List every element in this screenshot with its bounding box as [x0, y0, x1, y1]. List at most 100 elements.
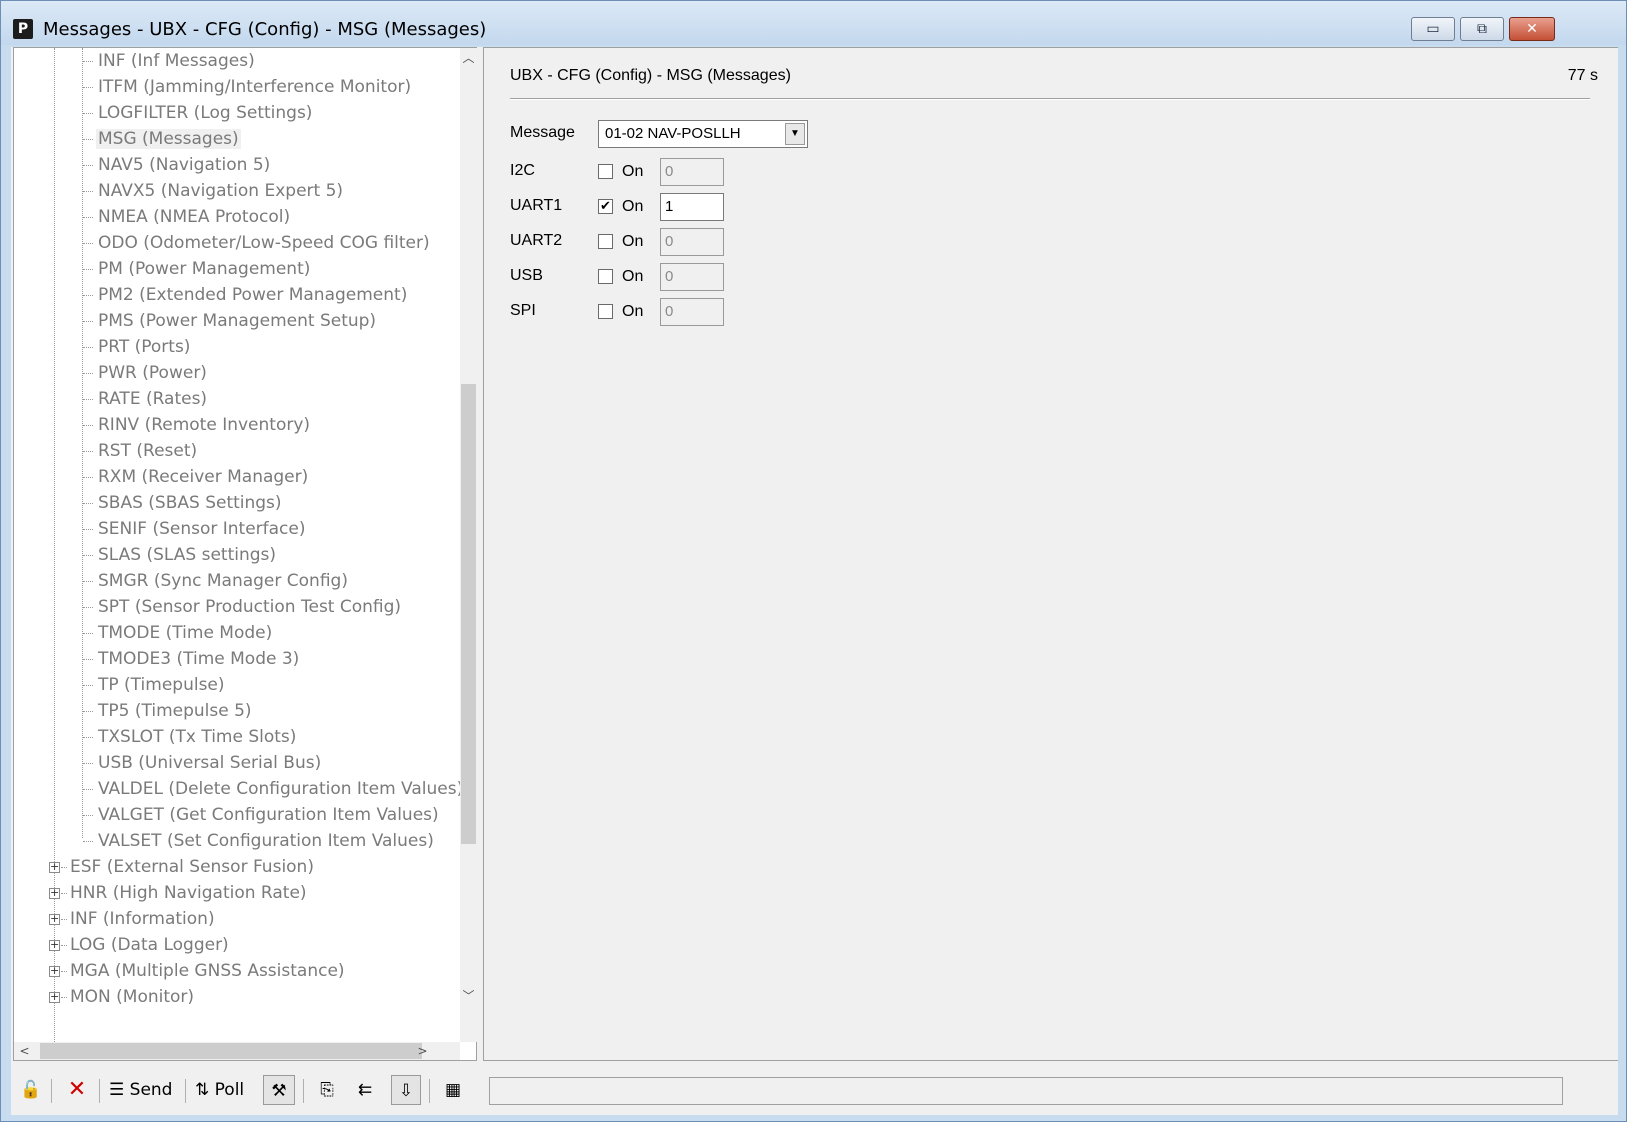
tree-item[interactable]: PM (Power Management) [96, 257, 312, 281]
main-window: P Messages - UBX - CFG (Config) - MSG (M… [0, 0, 1627, 1122]
tree-item[interactable]: VALGET (Get Configuration Item Values) [96, 803, 441, 827]
tree-item[interactable]: PWR (Power) [96, 361, 209, 385]
tree-item[interactable]: NAVX5 (Navigation Expert 5) [96, 179, 345, 203]
tree-line [83, 737, 93, 738]
tree-item[interactable]: SMGR (Sync Manager Config) [96, 569, 350, 593]
port-enable-checkbox[interactable] [598, 304, 613, 319]
scroll-thumb[interactable] [461, 384, 476, 844]
scroll-right-icon[interactable]: > [414, 1042, 431, 1060]
tree-item-label: NAVX5 (Navigation Expert 5) [98, 181, 344, 201]
toolbar-separator [99, 1079, 100, 1103]
expand-icon[interactable]: + [49, 991, 60, 1003]
tree-item[interactable]: SPT (Sensor Production Test Config) [96, 595, 403, 619]
tree-horizontal-scrollbar[interactable]: < > [14, 1042, 460, 1060]
tree-item-label: LOGFILTER (Log Settings) [98, 103, 313, 123]
expand-icon[interactable]: + [49, 887, 60, 899]
bottom-toolbar: 🔓 ✕ ☰ Send ⇅ Poll ⚒ ⎘ ⇇ ⇩ ▦ [11, 1071, 479, 1111]
tree-item[interactable]: INF (Inf Messages) [96, 49, 257, 73]
expand-icon[interactable]: + [49, 939, 60, 951]
port-rate-input[interactable]: 0 [660, 228, 724, 256]
message-select[interactable]: 01-02 NAV-POSLLH ▼ [598, 120, 808, 148]
tree-line [83, 503, 93, 504]
tree-item[interactable]: VALSET (Set Configuration Item Values) [96, 829, 436, 853]
expand-icon[interactable]: + [49, 861, 60, 873]
tree-line [61, 867, 67, 868]
tree-item[interactable]: SBAS (SBAS Settings) [96, 491, 284, 515]
port-enable-checkbox[interactable] [598, 234, 613, 249]
paste-icon[interactable]: ⇇ [351, 1075, 379, 1105]
port-on-label: On [622, 198, 644, 215]
tree-item[interactable]: SENIF (Sensor Interface) [96, 517, 308, 541]
port-enable-checkbox[interactable] [598, 269, 613, 284]
delete-icon[interactable]: ✕ [63, 1075, 91, 1105]
tree-item[interactable]: SLAS (SLAS settings) [96, 543, 278, 567]
scroll-up-icon[interactable]: ︿ [460, 50, 477, 67]
toolbar-separator [429, 1079, 430, 1103]
tree-item[interactable]: ODO (Odometer/Low-Speed COG filter) [96, 231, 432, 255]
port-rate-input[interactable]: 0 [660, 263, 724, 291]
tree-vertical-scrollbar[interactable]: ︿ ﹀ [460, 48, 477, 1042]
scroll-thumb[interactable] [40, 1043, 422, 1059]
tree-item[interactable]: NAV5 (Navigation 5) [96, 153, 272, 177]
close-icon: ✕ [1526, 21, 1538, 37]
load-icon[interactable]: ⇩ [391, 1075, 421, 1105]
port-enable-checkbox[interactable] [598, 164, 613, 179]
tree-item[interactable]: NMEA (NMEA Protocol) [96, 205, 292, 229]
tree-line [83, 607, 93, 608]
tree-item[interactable]: LOGFILTER (Log Settings) [96, 101, 314, 125]
tree-item-label: SENIF (Sensor Interface) [98, 519, 306, 539]
tree-group[interactable]: ESF (External Sensor Fusion) [68, 855, 316, 879]
auto-poll-icon[interactable]: ⚒ [263, 1075, 295, 1105]
tree-item[interactable]: RINV (Remote Inventory) [96, 413, 312, 437]
tree-item-label: INF (Inf Messages) [98, 51, 255, 71]
send-button[interactable]: ☰ Send [109, 1075, 172, 1105]
tree-item[interactable]: RST (Reset) [96, 439, 199, 463]
tree-group[interactable]: INF (Information) [68, 907, 217, 931]
message-view: UBX - CFG (Config) - MSG (Messages) 77 s… [483, 47, 1618, 1061]
tree-item-label: MSG (Messages) [96, 129, 241, 149]
tree-item[interactable]: PMS (Power Management Setup) [96, 309, 378, 333]
expand-icon[interactable]: + [49, 965, 60, 977]
tree-item[interactable]: ITFM (Jamming/Interference Monitor) [96, 75, 413, 99]
tree-line [61, 997, 67, 998]
tree-item[interactable]: TMODE (Time Mode) [96, 621, 274, 645]
message-tree[interactable]: INF (Inf Messages) ITFM (Jamming/Interfer… [14, 48, 460, 1042]
port-enable-checkbox[interactable]: ✔ [598, 199, 613, 214]
tree-group[interactable]: LOG (Data Logger) [68, 933, 231, 957]
minimize-button[interactable]: ▭ [1411, 17, 1455, 41]
tree-group[interactable]: MON (Monitor) [68, 985, 196, 1009]
port-rate-input[interactable]: 0 [660, 298, 724, 326]
tree-item[interactable]: TP (Timepulse) [96, 673, 227, 697]
tree-item[interactable]: PM2 (Extended Power Management) [96, 283, 409, 307]
tree-item-label: TMODE (Time Mode) [98, 623, 273, 643]
maximize-button[interactable]: ⧉ [1460, 17, 1504, 41]
tree-item[interactable]: RXM (Receiver Manager) [96, 465, 310, 489]
tree-group[interactable]: MGA (Multiple GNSS Assistance) [68, 959, 347, 983]
toolbar-separator [303, 1079, 304, 1103]
tree-item[interactable]: MSG (Messages) [96, 127, 241, 151]
close-button[interactable]: ✕ [1509, 17, 1555, 41]
tree-item-label: USB (Universal Serial Bus) [98, 753, 322, 773]
tree-item[interactable]: VALDEL (Delete Configuration Item Values… [96, 777, 460, 801]
tree-line [83, 711, 93, 712]
tree-item[interactable]: TMODE3 (Time Mode 3) [96, 647, 301, 671]
title-bar[interactable]: P Messages - UBX - CFG (Config) - MSG (M… [1, 1, 1626, 45]
scroll-down-icon[interactable]: ﹀ [460, 988, 477, 1005]
tree-item[interactable]: TXSLOT (Tx Time Slots) [96, 725, 298, 749]
port-rate-input[interactable]: 0 [660, 158, 724, 186]
tree-item[interactable]: RATE (Rates) [96, 387, 209, 411]
tree-item[interactable]: PRT (Ports) [96, 335, 192, 359]
scroll-left-icon[interactable]: < [16, 1042, 33, 1060]
tree-item[interactable]: USB (Universal Serial Bus) [96, 751, 323, 775]
record-icon[interactable]: ▦ [439, 1075, 467, 1105]
expand-icon[interactable]: + [49, 913, 60, 925]
lock-icon[interactable]: 🔓 [17, 1075, 45, 1105]
tree-line [83, 581, 93, 582]
copy-icon[interactable]: ⎘ [313, 1075, 341, 1105]
chevron-down-icon[interactable]: ▼ [785, 123, 805, 145]
tree-item[interactable]: TP5 (Timepulse 5) [96, 699, 254, 723]
poll-label: Poll [214, 1080, 245, 1100]
poll-button[interactable]: ⇅ Poll [195, 1075, 244, 1105]
port-rate-input[interactable]: 1 [660, 193, 724, 221]
tree-group[interactable]: HNR (High Navigation Rate) [68, 881, 309, 905]
